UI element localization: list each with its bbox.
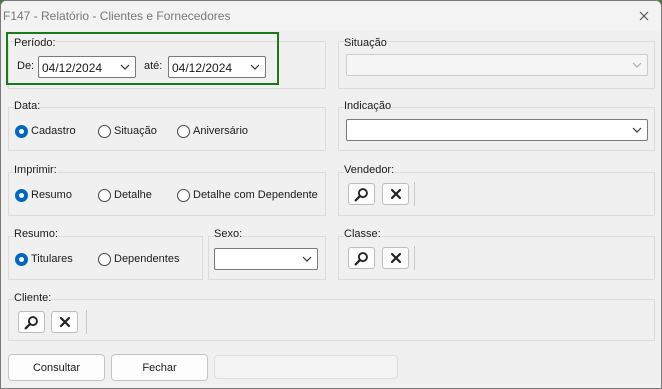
classe-separator [414,246,415,270]
radio-cadastro[interactable]: Cadastro [15,123,76,139]
cliente-legend: Cliente: [14,292,52,304]
close-button[interactable] [633,5,655,27]
de-label: De: [17,60,35,72]
cliente-group [8,299,655,341]
radio-aniversario-label: Aniversário [193,125,249,137]
radio-titulares-label: Titulares [31,253,73,265]
vendedor-clear-button[interactable] [382,183,409,205]
radio-indicator [177,124,190,138]
consultar-label: Consultar [32,361,81,374]
clear-x-icon [59,316,70,328]
search-icon [24,315,38,329]
radio-resumo[interactable]: Resumo [15,187,72,203]
fechar-label: Fechar [142,361,177,374]
classe-clear-button[interactable] [382,247,409,269]
ate-date-picker[interactable]: 04/12/2024 [168,56,266,78]
chevron-down-icon [250,64,260,70]
chevron-down-icon [632,127,642,133]
imprimir-legend: Imprimir: [14,164,57,176]
resumo-legend: Resumo: [14,228,59,240]
situacao-dropdown[interactable] [346,54,648,76]
clear-x-icon [390,252,401,264]
fechar-button[interactable]: Fechar [111,354,208,381]
cliente-search-button[interactable] [18,311,45,333]
radio-indicator [177,188,190,202]
title-bar: F147 - Relatório - Clientes e Fornecedor… [1,1,661,31]
chevron-down-icon [632,62,642,68]
classe-search-button[interactable] [348,247,375,269]
search-icon [354,251,368,265]
radio-aniversario[interactable]: Aniversário [177,123,248,139]
chevron-down-icon [120,64,130,70]
radio-titulares[interactable]: Titulares [15,251,73,267]
ate-label: até: [144,60,163,72]
radio-indicator [98,188,111,202]
de-date-value: 04/12/2024 [42,61,103,75]
periodo-legend: Período: [14,37,56,49]
indicacao-legend: Indicação [344,100,392,112]
radio-dependentes[interactable]: Dependentes [98,251,179,267]
consultar-button[interactable]: Consultar [8,354,105,381]
de-date-picker[interactable]: 04/12/2024 [38,56,136,78]
clear-x-icon [390,188,401,200]
radio-indicator [98,252,111,266]
vendedor-legend: Vendedor: [344,164,395,176]
radio-indicator [15,252,28,266]
cliente-clear-button[interactable] [51,311,78,333]
radio-indicator [15,188,28,202]
sexo-dropdown[interactable] [214,248,318,270]
radio-detalhe-label: Detalhe [114,189,152,201]
radio-resumo-label: Resumo [31,189,72,201]
radio-indicator [98,124,111,138]
disabled-action-button[interactable] [214,355,398,379]
radio-detalhe-com-dependente[interactable]: Detalhe com Dependente [177,187,318,203]
chevron-down-icon [302,256,312,262]
window-title: F147 - Relatório - Clientes e Fornecedor… [3,9,231,23]
radio-situacao[interactable]: Situação [98,123,157,139]
situacao-legend: Situação [344,37,387,49]
radio-situacao-label: Situação [114,125,157,137]
cliente-separator [86,310,87,334]
data-legend: Data: [14,100,41,112]
sexo-legend: Sexo: [214,228,243,240]
report-window: F147 - Relatório - Clientes e Fornecedor… [0,0,662,389]
close-icon [639,11,649,21]
ate-date-value: 04/12/2024 [172,61,233,75]
radio-detalhe[interactable]: Detalhe [98,187,152,203]
radio-detalhe-com-dependente-label: Detalhe com Dependente [193,189,318,201]
classe-legend: Classe: [344,228,381,240]
indicacao-dropdown[interactable] [346,119,648,141]
vendedor-search-button[interactable] [348,183,375,205]
radio-cadastro-label: Cadastro [31,125,76,137]
vendedor-separator [414,182,415,206]
search-icon [354,187,368,201]
radio-indicator [15,124,28,138]
radio-dependentes-label: Dependentes [114,253,180,265]
